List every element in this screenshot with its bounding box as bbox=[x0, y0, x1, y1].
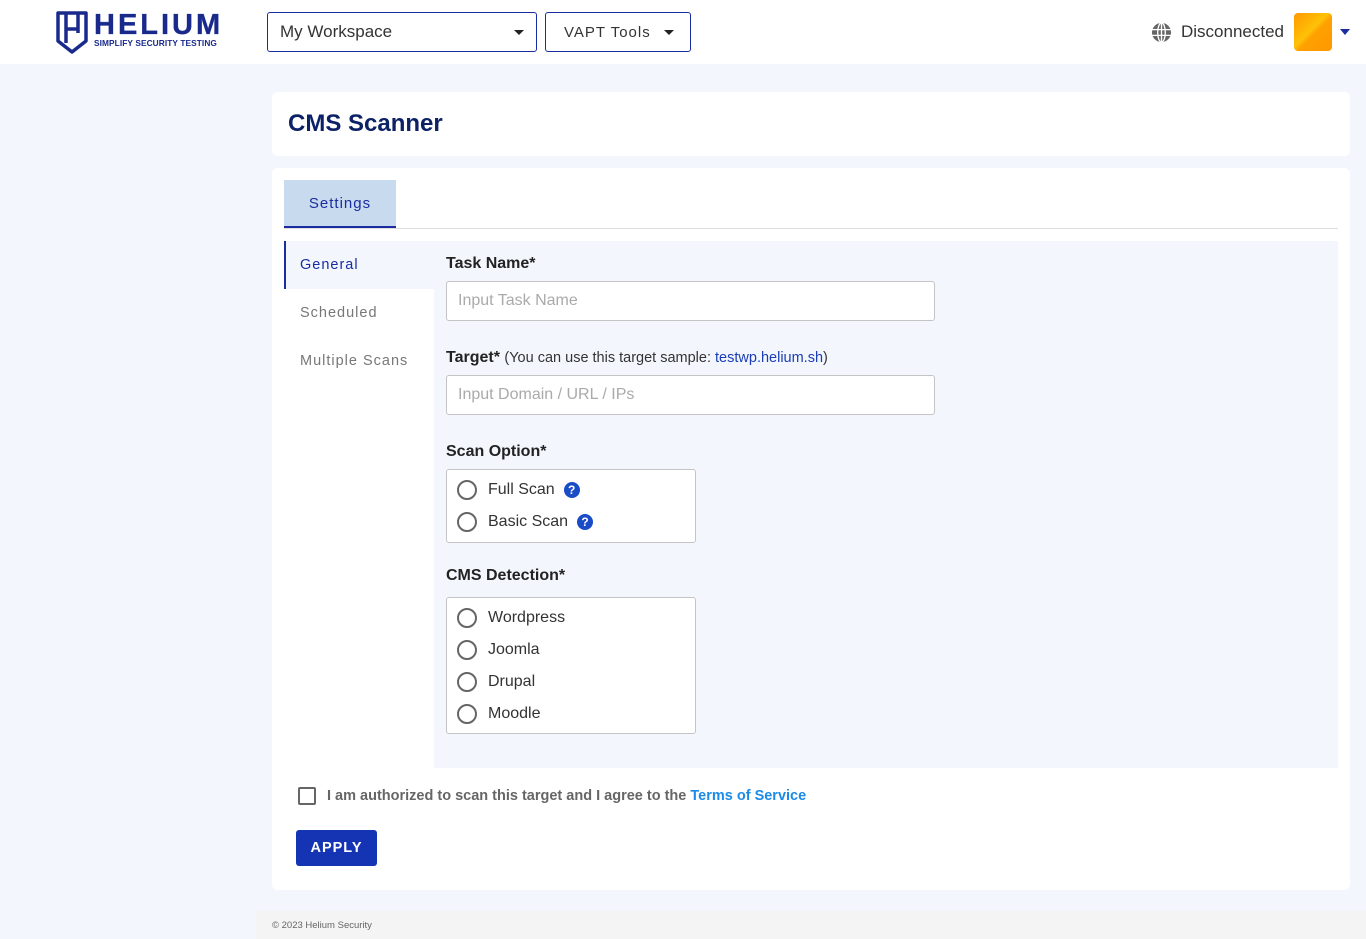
radio-joomla[interactable]: Joomla bbox=[457, 634, 695, 666]
side-nav-scheduled[interactable]: Scheduled bbox=[284, 289, 434, 337]
radio-circle[interactable] bbox=[457, 640, 477, 660]
question-circle-icon[interactable]: ? bbox=[563, 482, 580, 498]
shield-icon bbox=[56, 11, 88, 54]
radio-full-scan[interactable]: Full Scan ? bbox=[457, 474, 695, 506]
radio-basic-scan[interactable]: Basic Scan ? bbox=[457, 506, 695, 538]
page-title: CMS Scanner bbox=[288, 110, 443, 137]
radio-label: Basic Scan bbox=[488, 513, 569, 530]
logo-wordmark: HELIUM bbox=[94, 9, 224, 41]
vapt-tools-dropdown-value: VAPT Tools bbox=[564, 23, 651, 41]
radio-drupal[interactable]: Drupal bbox=[457, 666, 695, 698]
target-label: Target* (You can use this target sample:… bbox=[446, 349, 828, 367]
workspace-dropdown-value: My Workspace bbox=[280, 22, 393, 41]
terms-of-service-link[interactable]: Terms of Service bbox=[690, 788, 806, 804]
terms-agreement: I am authorized to scan this target and … bbox=[298, 787, 806, 805]
copyright-text: © 2023 Helium Security bbox=[272, 920, 372, 931]
radio-label: Wordpress bbox=[488, 609, 566, 626]
globe-icon bbox=[1151, 21, 1172, 43]
radio-circle[interactable] bbox=[457, 704, 477, 724]
scan-option-group: Full Scan ? Basic Scan ? bbox=[446, 469, 696, 543]
logo-tagline: SIMPLIFY SECURITY TESTING bbox=[94, 38, 217, 48]
apply-button[interactable]: APPLY bbox=[296, 830, 377, 866]
footer: © 2023 Helium Security bbox=[256, 911, 1366, 939]
terms-text: I am authorized to scan this target and … bbox=[327, 788, 806, 804]
target-note-suffix: ) bbox=[823, 350, 828, 366]
workspace-dropdown[interactable]: My Workspace bbox=[267, 12, 537, 52]
target-input[interactable] bbox=[446, 375, 935, 415]
task-name-input[interactable] bbox=[446, 281, 935, 321]
radio-wordpress[interactable]: Wordpress bbox=[457, 602, 695, 634]
connection-status[interactable]: Disconnected bbox=[1151, 20, 1284, 44]
general-form: Task Name* Target* (You can use this tar… bbox=[434, 241, 1338, 768]
connection-status-text: Disconnected bbox=[1181, 22, 1285, 41]
terms-text-body: I am authorized to scan this target and … bbox=[327, 788, 691, 804]
radio-moodle[interactable]: Moodle bbox=[457, 698, 695, 730]
radio-label: Moodle bbox=[488, 705, 541, 722]
target-note-prefix: (You can use this target sample: bbox=[504, 350, 716, 366]
cms-detection-label: CMS Detection* bbox=[446, 567, 566, 584]
question-circle-icon[interactable]: ? bbox=[577, 514, 594, 530]
target-note: (You can use this target sample: testwp.… bbox=[504, 350, 827, 366]
scan-option-label: Scan Option* bbox=[446, 443, 547, 460]
avatar[interactable] bbox=[1294, 13, 1332, 51]
target-label-text: Target* bbox=[446, 349, 500, 366]
caret-down-icon bbox=[664, 30, 674, 35]
top-navbar: HELIUM SIMPLIFY SECURITY TESTING My Work… bbox=[0, 0, 1366, 64]
side-nav-general[interactable]: General bbox=[284, 241, 434, 289]
radio-label: Full Scan bbox=[488, 481, 555, 498]
radio-circle[interactable] bbox=[457, 608, 477, 628]
caret-down-icon bbox=[514, 30, 524, 35]
radio-label: Drupal bbox=[488, 673, 536, 690]
terms-checkbox[interactable] bbox=[298, 787, 316, 805]
vapt-tools-dropdown[interactable]: VAPT Tools bbox=[545, 12, 691, 52]
helium-logo[interactable]: HELIUM SIMPLIFY SECURITY TESTING bbox=[56, 9, 226, 55]
page-header-card: CMS Scanner bbox=[272, 92, 1350, 156]
settings-card: Settings General Scheduled Multiple Scan… bbox=[272, 168, 1350, 890]
radio-circle[interactable] bbox=[457, 672, 477, 692]
target-sample-link[interactable]: testwp.helium.sh bbox=[715, 350, 823, 366]
tab-settings[interactable]: Settings bbox=[284, 180, 396, 228]
caret-down-icon[interactable] bbox=[1340, 29, 1350, 35]
cms-detection-group: Wordpress Joomla Drupal Moodle bbox=[446, 597, 696, 734]
side-nav-multiple-scans[interactable]: Multiple Scans bbox=[284, 337, 434, 385]
radio-label: Joomla bbox=[488, 641, 540, 658]
task-name-label: Task Name* bbox=[446, 255, 536, 272]
radio-circle[interactable] bbox=[457, 512, 477, 532]
settings-side-nav: General Scheduled Multiple Scans bbox=[284, 241, 434, 385]
radio-circle[interactable] bbox=[457, 480, 477, 500]
tab-bar: Settings bbox=[284, 180, 1338, 229]
